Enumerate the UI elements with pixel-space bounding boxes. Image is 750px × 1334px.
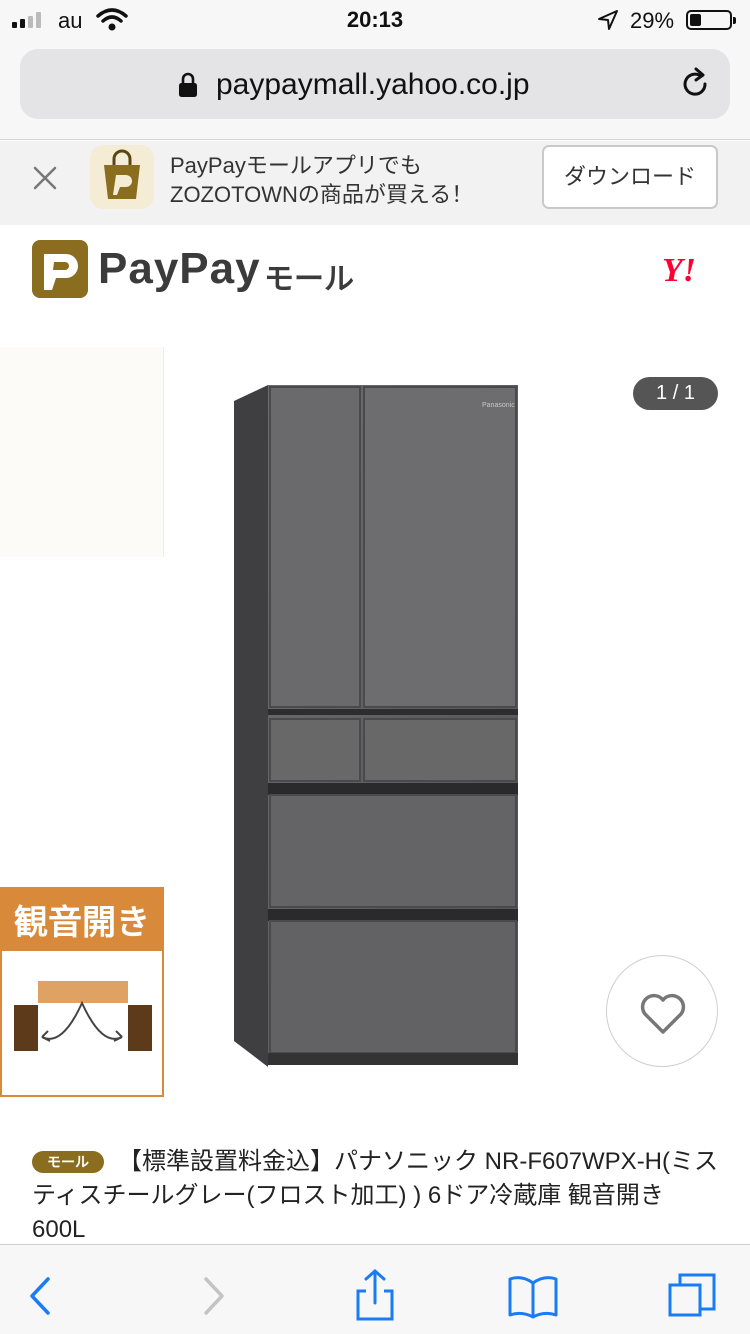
tabs-icon[interactable] — [666, 1269, 720, 1323]
forward-icon[interactable] — [184, 1269, 238, 1323]
app-icon — [90, 145, 154, 209]
bookmarks-icon[interactable] — [506, 1269, 560, 1323]
reload-icon[interactable] — [678, 67, 712, 101]
yahoo-logo[interactable]: Y! — [662, 252, 696, 290]
lock-icon — [179, 72, 197, 97]
feature-label: 観音開き — [14, 904, 150, 942]
mall-badge-label: モール — [47, 1154, 89, 1170]
logo-subtext: モール — [264, 263, 354, 296]
favorite-button[interactable] — [606, 955, 718, 1067]
location-arrow-icon — [598, 10, 618, 30]
download-button[interactable]: ダウンロード — [542, 145, 718, 209]
battery-icon — [686, 10, 736, 30]
address-bar[interactable]: paypaymall.yahoo.co.jp — [20, 49, 730, 119]
feature-badge: 観音開き — [0, 887, 166, 1099]
mall-badge: モール — [32, 1151, 104, 1173]
app-install-banner: PayPayモールアプリでも ZOZOTOWNの商品が買える！ ダウンロード — [0, 141, 750, 225]
site-header: PayPay モール Y! — [0, 226, 750, 336]
status-bar: au 20:13 29% — [0, 0, 750, 40]
image-counter: 1 / 1 — [633, 377, 718, 410]
paypay-mall-logo-icon[interactable] — [32, 240, 88, 298]
product-title-area: モール 【標準設置料金込】パナソニック NR-F607WPX-H(ミスティスチー… — [32, 1145, 722, 1247]
previous-image-peek — [0, 347, 164, 557]
url-text: paypaymall.yahoo.co.jp — [216, 68, 530, 101]
browser-address-area: paypaymall.yahoo.co.jp — [0, 40, 750, 140]
battery-percentage: 29% — [630, 8, 675, 33]
product-gallery[interactable]: 観音開き 1 / 1 Panasonic — [0, 347, 750, 1107]
back-icon[interactable] — [16, 1269, 70, 1323]
close-icon[interactable] — [30, 163, 60, 193]
banner-line-2: ZOZOTOWNの商品が買える！ — [170, 182, 474, 207]
heart-icon — [640, 993, 686, 1034]
logo-text: PayPay — [98, 244, 261, 293]
share-icon[interactable] — [348, 1269, 402, 1323]
fridge-brand: Panasonic — [482, 402, 515, 409]
product-title: 【標準設置料金込】パナソニック NR-F607WPX-H(ミスティスチールグレー… — [32, 1148, 719, 1243]
product-image[interactable]: Panasonic — [226, 381, 526, 1071]
browser-toolbar — [0, 1244, 750, 1334]
banner-line-1: PayPayモールアプリでも — [170, 153, 422, 178]
